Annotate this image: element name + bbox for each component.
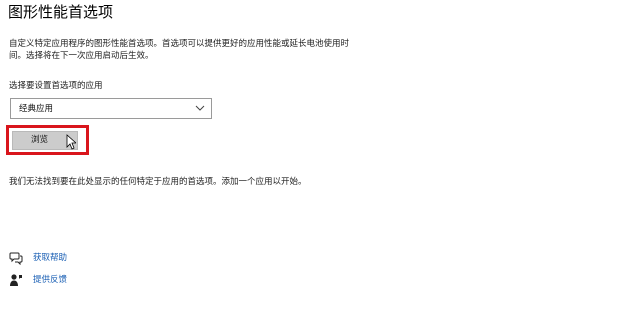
dropdown-selected-value: 经典应用	[19, 104, 54, 114]
get-help-label: 获取帮助	[33, 253, 68, 263]
feedback-person-icon	[10, 274, 22, 286]
help-chat-icon	[9, 252, 23, 265]
give-feedback-label: 提供反馈	[33, 275, 68, 285]
get-help-link[interactable]: 获取帮助	[9, 251, 67, 265]
page-title: 图形性能首选项	[8, 3, 114, 21]
app-selector-label: 选择要设置首选项的应用	[9, 81, 103, 91]
graphics-settings-page: 图形性能首选项 自定义特定应用程序的图形性能首选项。首选项可以提供更好的应用性能…	[0, 0, 620, 309]
mouse-cursor-icon	[66, 134, 76, 150]
page-description: 自定义特定应用程序的图形性能首选项。首选项可以提供更好的应用性能或延长电池使用时…	[9, 39, 350, 61]
give-feedback-link[interactable]: 提供反馈	[9, 273, 67, 287]
chevron-down-icon	[195, 105, 205, 111]
no-apps-message: 我们无法找到要在此处显示的任何特定于应用的首选项。添加一个应用以开始。	[9, 177, 307, 187]
app-type-dropdown[interactable]: 经典应用	[10, 98, 212, 119]
